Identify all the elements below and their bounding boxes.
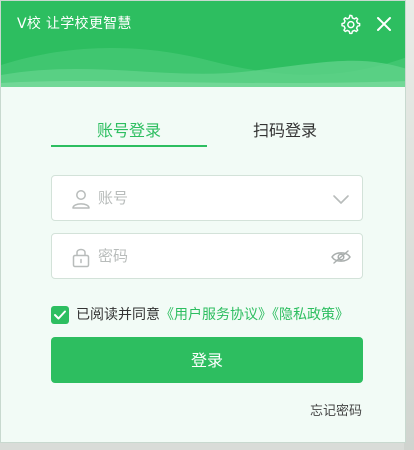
tab-account-login[interactable]: 账号登录	[51, 119, 207, 147]
eye-icon[interactable]	[330, 246, 352, 268]
checkmark-icon	[54, 310, 66, 320]
lock-icon	[72, 248, 90, 268]
login-tabs: 账号登录 扫码登录	[51, 119, 363, 149]
forgot-password-link[interactable]: 忘记密码	[310, 400, 362, 419]
password-field	[51, 233, 363, 279]
terms-of-service-link[interactable]: 《用户服务协议》	[160, 307, 272, 323]
gear-icon	[341, 14, 361, 35]
agreement-text: 已阅读并同意《用户服务协议》《隐私政策》	[76, 305, 349, 325]
close-button[interactable]	[373, 13, 395, 35]
agreement-prefix: 已阅读并同意	[76, 307, 160, 323]
tab-qr-login[interactable]: 扫码登录	[207, 119, 363, 147]
title-bar: V校 让学校更智慧	[1, 1, 405, 87]
active-tab-indicator	[51, 145, 207, 147]
user-icon	[72, 190, 90, 209]
password-input[interactable]	[98, 234, 328, 278]
login-button[interactable]: 登录	[51, 337, 363, 383]
chevron-down-icon[interactable]	[330, 188, 352, 210]
settings-button[interactable]	[339, 13, 361, 35]
app-title: V校 让学校更智慧	[17, 16, 132, 32]
header-wave-decoration	[1, 47, 405, 87]
account-input[interactable]	[98, 176, 328, 220]
privacy-policy-link[interactable]: 《隐私政策》	[272, 307, 349, 323]
account-field	[51, 175, 363, 221]
agreement-checkbox[interactable]	[51, 306, 69, 324]
login-window: V校 让学校更智慧 账号登录 扫码登录 账号 已阅读并同意《用户服务协议》《隐私…	[0, 0, 406, 443]
close-icon	[377, 17, 391, 31]
